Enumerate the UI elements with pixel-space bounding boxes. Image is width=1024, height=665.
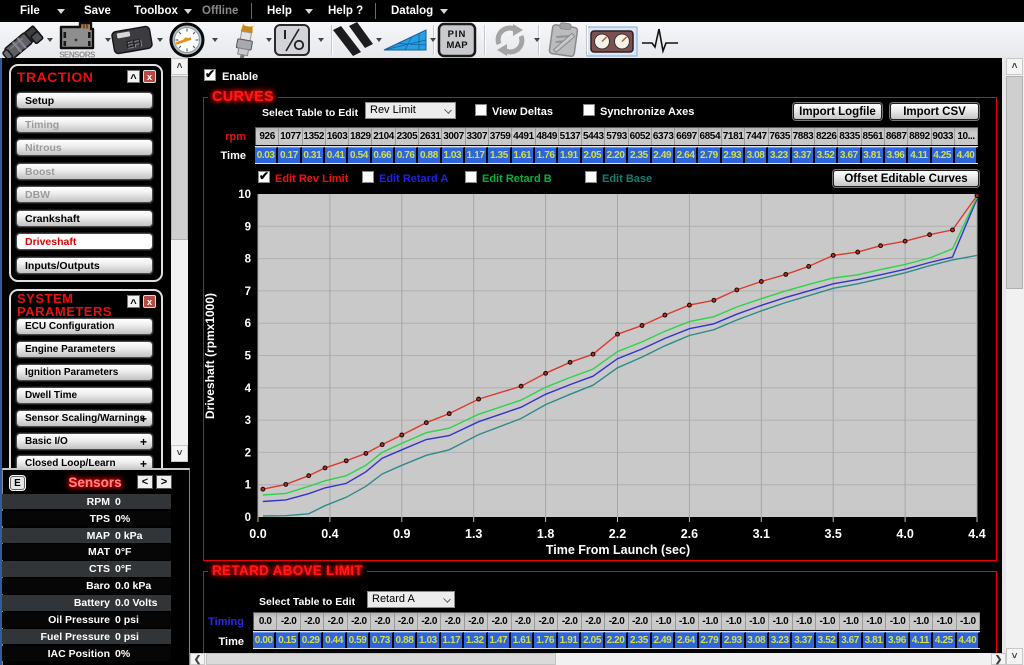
svg-text:SENSORS: SENSORS	[59, 51, 96, 59]
svg-text:Driveshaft (rpmx1000): Driveshaft (rpmx1000)	[204, 293, 217, 419]
svg-text:2.6: 2.6	[681, 527, 698, 541]
svg-text:3.1: 3.1	[753, 527, 770, 541]
svg-text:1.3: 1.3	[465, 527, 482, 541]
svg-text:1: 1	[245, 480, 252, 492]
svg-text:8: 8	[245, 254, 252, 266]
svg-text:0: 0	[245, 512, 251, 524]
svg-text:5: 5	[245, 351, 252, 363]
svg-text:4: 4	[245, 383, 252, 395]
svg-text:0.0: 0.0	[249, 527, 266, 541]
svg-text:10: 10	[238, 189, 251, 201]
svg-text:4.0: 4.0	[896, 527, 913, 541]
svg-text:0.9: 0.9	[393, 527, 410, 541]
svg-text:4.4: 4.4	[968, 527, 985, 541]
svg-text:6: 6	[245, 318, 251, 330]
svg-text:2: 2	[245, 447, 251, 459]
svg-text:PIN: PIN	[448, 29, 467, 40]
svg-text:2.2: 2.2	[609, 527, 626, 541]
svg-text:9: 9	[245, 221, 251, 233]
svg-text:MAP: MAP	[446, 40, 468, 51]
svg-text:3: 3	[245, 415, 251, 427]
svg-text:0.4: 0.4	[321, 527, 338, 541]
svg-text:Time From Launch (sec): Time From Launch (sec)	[546, 543, 690, 557]
svg-text:7: 7	[245, 286, 251, 298]
svg-text:3.5: 3.5	[825, 527, 842, 541]
svg-text:1.8: 1.8	[537, 527, 554, 541]
